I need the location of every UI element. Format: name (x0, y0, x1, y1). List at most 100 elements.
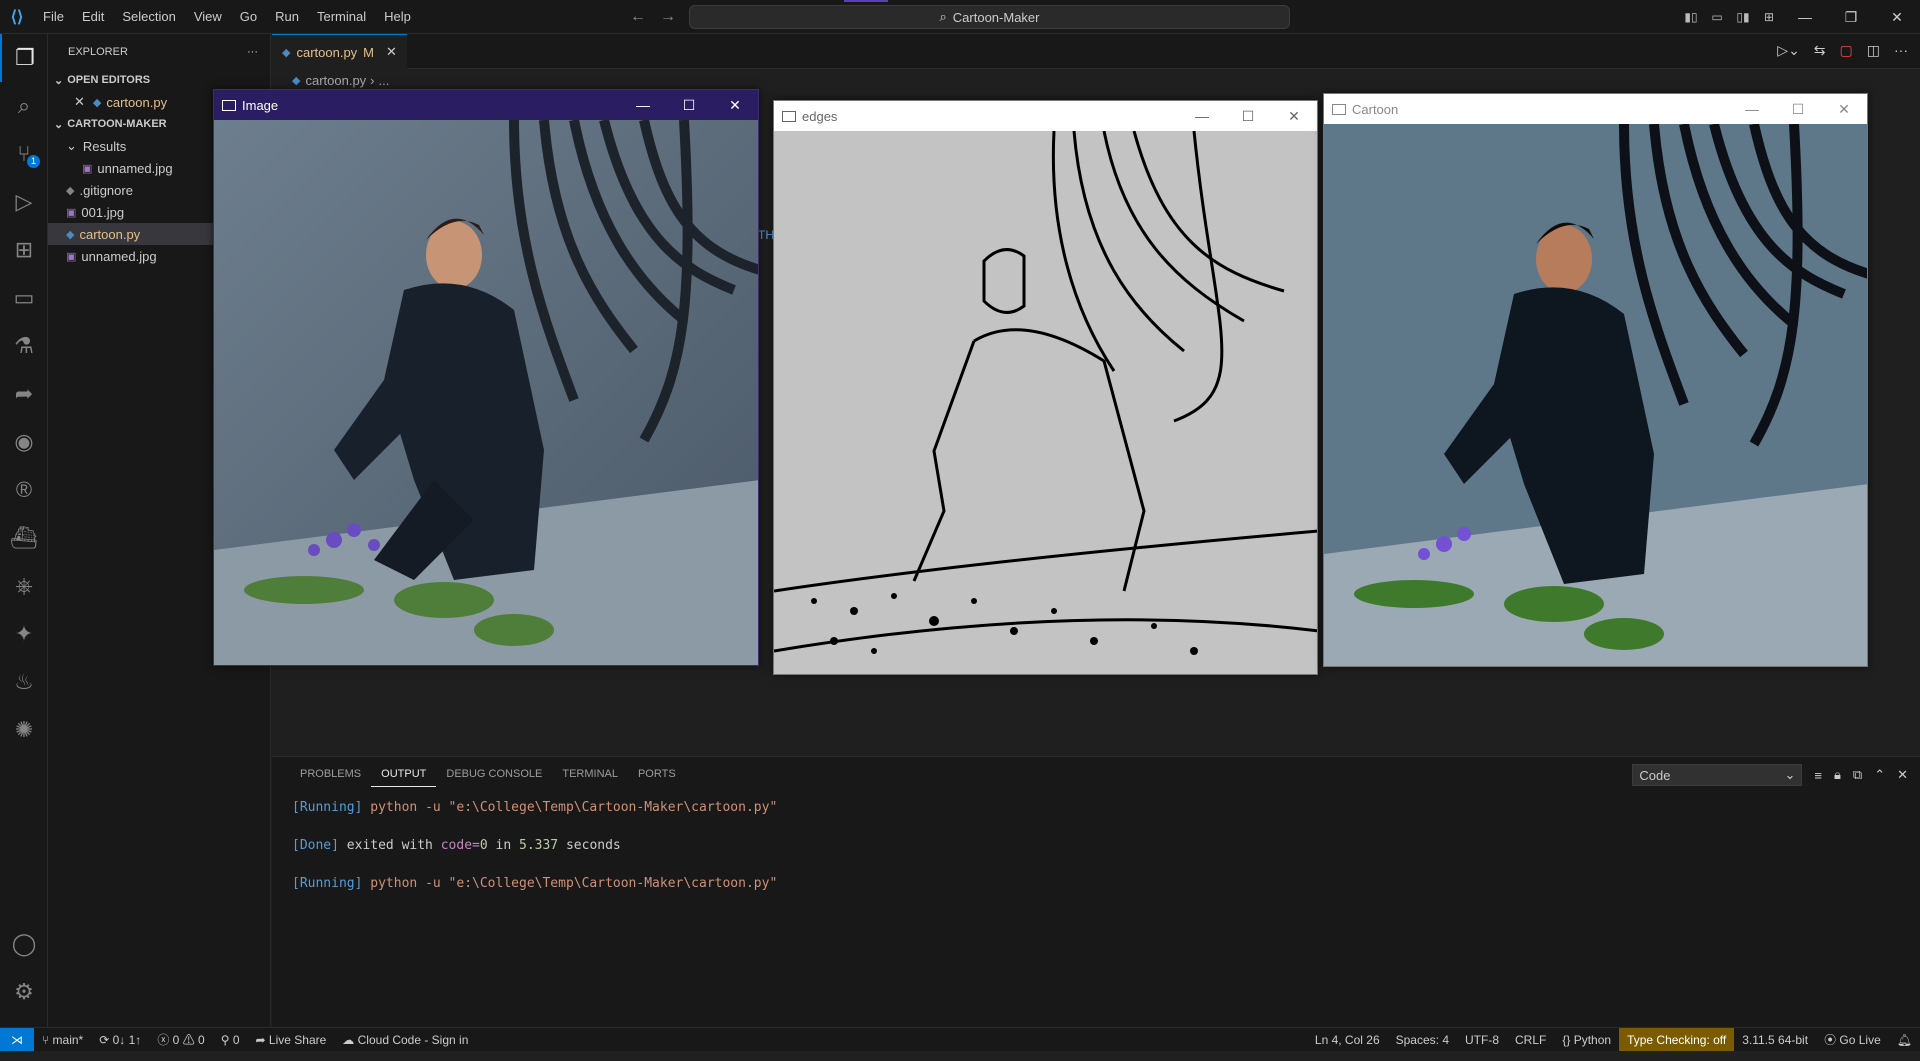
output-channel-select[interactable]: Code ⌄ (1632, 764, 1803, 786)
source-control-icon[interactable]: ⑂ 1 (0, 130, 48, 178)
remote-indicator-icon[interactable]: ⋊ (0, 1027, 34, 1052)
tab-cartoon-py[interactable]: ◆ cartoon.py M ✕ (272, 34, 407, 69)
explorer-icon[interactable]: ❐ (0, 34, 48, 82)
breadcrumb-symbol[interactable]: ... (379, 73, 390, 88)
more-icon[interactable]: ··· (1894, 42, 1908, 59)
remote-explorer-icon[interactable]: ▭ (0, 274, 48, 322)
edge-devtools-icon[interactable]: ◉ (0, 418, 48, 466)
maximize-icon[interactable]: ☐ (666, 97, 712, 114)
cartoon-window-titlebar[interactable]: Cartoon — ☐ ✕ (1324, 94, 1867, 124)
live-share-status[interactable]: ➦ Live Share (248, 1033, 335, 1047)
end-of-line[interactable]: CRLF (1507, 1033, 1554, 1047)
forward-arrow-icon[interactable]: → (660, 8, 676, 26)
python-interpreter[interactable]: 3.11.5 64-bit (1734, 1033, 1816, 1047)
customize-layout-icon[interactable]: ⊞ (1756, 10, 1782, 24)
compare-icon[interactable]: ⇆ (1814, 42, 1826, 59)
encoding[interactable]: UTF-8 (1457, 1033, 1507, 1047)
minimize-icon[interactable]: — (620, 97, 666, 113)
menu-go[interactable]: Go (231, 0, 266, 34)
run-debug-icon[interactable]: ▷ (0, 178, 48, 226)
back-arrow-icon[interactable]: ← (630, 8, 646, 26)
notifications-icon[interactable]: 🔔︎ (1889, 1033, 1920, 1047)
close-icon[interactable]: ✕ (1874, 9, 1920, 26)
cloud-code-label: Cloud Code - Sign in (357, 1032, 469, 1047)
more-actions-icon[interactable]: ··· (247, 46, 258, 58)
command-center-search[interactable]: ⌕ Cartoon-Maker (689, 5, 1290, 29)
menu-file[interactable]: File (34, 0, 73, 34)
tab-ports[interactable]: PORTS (628, 757, 686, 792)
close-editor-icon[interactable]: ✕ (74, 94, 85, 110)
toggle-panel-icon[interactable]: ▭ (1704, 10, 1730, 24)
branch-status[interactable]: ⑂ main* (34, 1033, 91, 1047)
live-share-icon[interactable]: ➦ (0, 370, 48, 418)
menu-edit[interactable]: Edit (73, 0, 113, 34)
minimize-icon[interactable]: — (1729, 101, 1775, 117)
gitlens-icon[interactable]: ® (0, 466, 48, 514)
antenna-icon: ⚲ (220, 1032, 233, 1047)
maximize-panel-icon[interactable]: ⌃ (1874, 767, 1885, 783)
live-share-label: Live Share (268, 1032, 327, 1047)
indentation[interactable]: Spaces: 4 (1388, 1033, 1457, 1047)
maximize-icon[interactable]: ☐ (1775, 101, 1821, 118)
cloud-code-icon[interactable]: ✦ (0, 610, 48, 658)
chatgpt-icon[interactable]: ✺ (0, 706, 48, 754)
problems-status[interactable]: ⓧ 0 ⚠ 0 (149, 1031, 212, 1048)
open-in-editor-icon[interactable]: ⧉ (1853, 767, 1862, 783)
stop-icon[interactable]: ▢ (1840, 42, 1853, 59)
broadcast-icon: ⦿ (1824, 1033, 1840, 1047)
tab-modified-status: M (363, 44, 375, 60)
clear-output-icon[interactable]: ≡ (1814, 768, 1822, 783)
minimize-icon[interactable]: — (1179, 108, 1225, 124)
cartoon-window[interactable]: Cartoon — ☐ ✕ (1323, 93, 1868, 667)
tab-problems[interactable]: PROBLEMS (290, 757, 371, 792)
title-bar-controls: ▮▯ ▭ ▯▮ ⊞ — ❐ ✕ (1678, 0, 1920, 34)
edges-window[interactable]: edges — ☐ ✕ (773, 100, 1318, 675)
toggle-secondary-sidebar-icon[interactable]: ▯▮ (1730, 10, 1756, 24)
branch-icon: ⑂ (42, 1032, 53, 1047)
extensions-icon[interactable]: ⊞ (0, 226, 48, 274)
type-checking-status[interactable]: Type Checking: off (1619, 1028, 1735, 1051)
accounts-icon[interactable]: ◯ (0, 920, 48, 968)
genie-icon[interactable]: ♨ (0, 658, 48, 706)
testing-icon[interactable]: ⚗ (0, 322, 48, 370)
menu-view[interactable]: View (185, 0, 231, 34)
minimize-icon[interactable]: — (1782, 9, 1828, 25)
go-live-label: Go Live (1839, 1033, 1881, 1047)
image-window-titlebar[interactable]: Image — ☐ ✕ (214, 90, 758, 120)
close-icon[interactable]: ✕ (712, 97, 758, 114)
edges-window-titlebar[interactable]: edges — ☐ ✕ (774, 101, 1317, 131)
menu-help[interactable]: Help (375, 0, 420, 34)
toggle-primary-sidebar-icon[interactable]: ▮▯ (1678, 10, 1704, 24)
warning-count: 0 (198, 1033, 205, 1047)
open-editors-section[interactable]: ⌄ OPEN EDITORS (48, 69, 270, 91)
menu-terminal[interactable]: Terminal (308, 0, 375, 34)
language-mode[interactable]: {} Python (1554, 1033, 1619, 1047)
restore-icon[interactable]: ❐ (1828, 9, 1874, 26)
settings-gear-icon[interactable]: ⚙ (0, 968, 48, 1016)
docker-icon[interactable]: ⛴ (0, 514, 48, 562)
breadcrumb-file[interactable]: cartoon.py (305, 73, 366, 88)
tab-output[interactable]: OUTPUT (371, 762, 437, 787)
close-panel-icon[interactable]: ✕ (1897, 767, 1908, 783)
lock-icon[interactable]: 🔒︎ (1834, 767, 1841, 783)
cursor-position[interactable]: Ln 4, Col 26 (1307, 1033, 1388, 1047)
cloud-code-status[interactable]: ☁ Cloud Code - Sign in (334, 1033, 476, 1047)
kubernetes-icon[interactable]: ⎈ (0, 562, 48, 610)
maximize-icon[interactable]: ☐ (1225, 108, 1271, 125)
image-window[interactable]: Image — ☐ ✕ (213, 89, 759, 666)
run-icon[interactable]: ▷⌄ (1777, 42, 1800, 59)
close-icon[interactable]: ✕ (1821, 101, 1867, 118)
status-bar: ⋊ ⑂ main* ⟳ 0↓ 1↑ ⓧ 0 ⚠ 0 ⚲ 0 ➦ Live Sha… (0, 1027, 1920, 1052)
split-editor-icon[interactable]: ◫ (1867, 42, 1880, 59)
menu-run[interactable]: Run (266, 0, 308, 34)
close-tab-icon[interactable]: ✕ (386, 44, 397, 60)
tab-debug-console[interactable]: DEBUG CONSOLE (436, 757, 552, 792)
image-window-title: Image (242, 97, 279, 113)
sync-status[interactable]: ⟳ 0↓ 1↑ (91, 1033, 149, 1047)
menu-selection[interactable]: Selection (113, 0, 184, 34)
ports-status[interactable]: ⚲ 0 (213, 1033, 248, 1047)
go-live-button[interactable]: ⦿ Go Live (1816, 1031, 1889, 1048)
tab-terminal[interactable]: TERMINAL (552, 757, 628, 792)
close-icon[interactable]: ✕ (1271, 108, 1317, 125)
search-view-icon[interactable]: ⌕ (0, 82, 48, 130)
